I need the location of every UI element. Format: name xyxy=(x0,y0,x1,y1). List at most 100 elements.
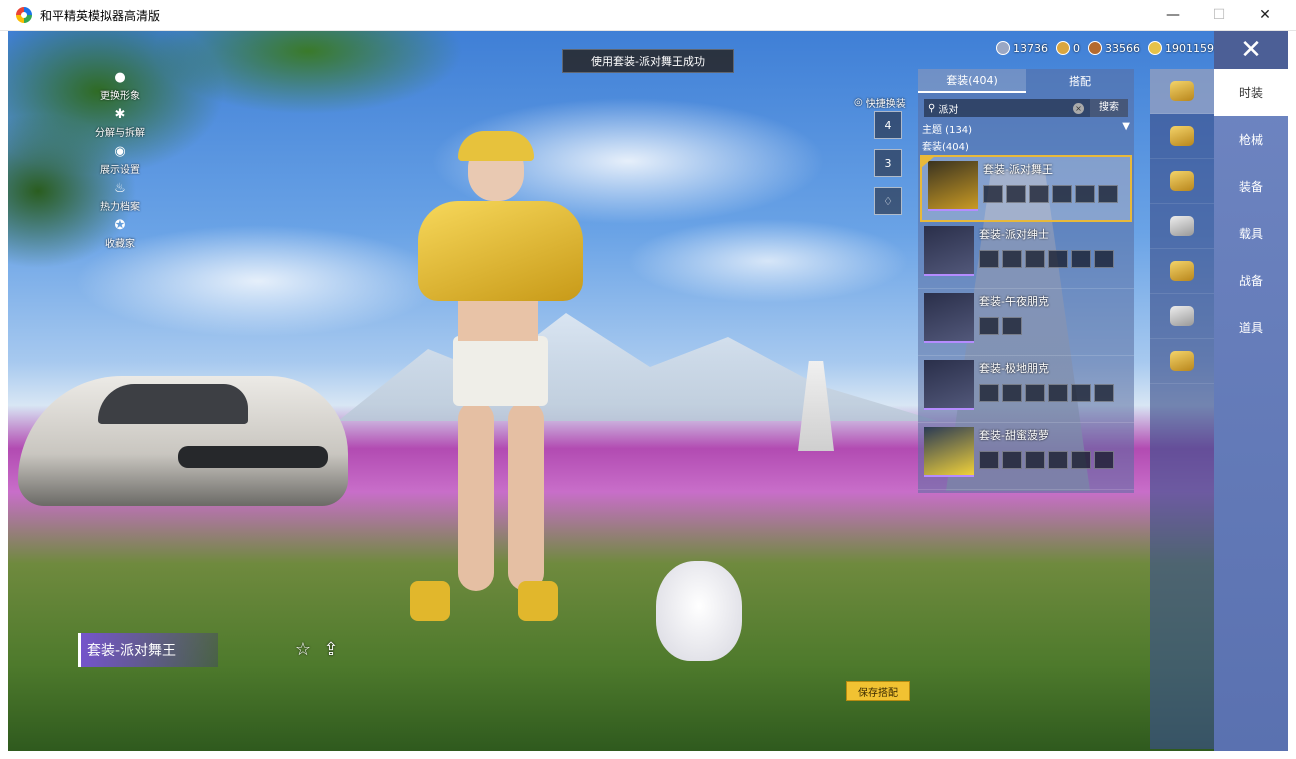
category-top[interactable] xyxy=(1150,249,1214,294)
silver-coin-icon xyxy=(996,41,1010,55)
currency-gold[interactable]: 1901159 xyxy=(1148,41,1214,55)
nav-items[interactable]: 道具 xyxy=(1214,304,1288,351)
outfit-item-party-gentleman[interactable]: 套装-派对绅士 xyxy=(918,222,1134,289)
part-slot[interactable] xyxy=(1071,250,1091,268)
category-outfit[interactable] xyxy=(1150,69,1214,114)
part-slot[interactable] xyxy=(1002,384,1022,402)
share-icon[interactable]: ⇪ xyxy=(320,639,342,661)
part-slot[interactable] xyxy=(1094,451,1114,469)
mask-icon xyxy=(1170,216,1194,236)
outfit-count: 套装(404) xyxy=(922,142,969,153)
left-menu-label: 展示设置 xyxy=(100,165,140,176)
character-shorts xyxy=(453,336,548,406)
nav-vehicles[interactable]: 载具 xyxy=(1214,210,1288,257)
part-slot[interactable] xyxy=(983,185,1003,203)
category-accessory[interactable] xyxy=(1150,159,1214,204)
theme-filter[interactable]: 主题 (134) ▼ xyxy=(922,121,1130,136)
part-slot[interactable] xyxy=(1075,185,1095,203)
tab-outfits[interactable]: 套装(404) xyxy=(918,69,1026,93)
category-icon-column xyxy=(1150,69,1214,749)
outfit-parts xyxy=(979,451,1114,469)
save-combo-button[interactable]: 保存搭配 xyxy=(846,681,910,701)
search-input[interactable]: 派对 xyxy=(938,101,1073,116)
currency-token[interactable]: 0 xyxy=(1056,41,1080,55)
nav-weapons[interactable]: 枪械 xyxy=(1214,116,1288,163)
nav-equipment[interactable]: 装备 xyxy=(1214,163,1288,210)
character-cap xyxy=(458,131,534,161)
clear-search-icon[interactable]: × xyxy=(1073,102,1084,114)
outfit-parts xyxy=(983,185,1118,203)
part-slot[interactable] xyxy=(1048,451,1068,469)
left-menu-display-settings[interactable]: ◉ 展示设置 xyxy=(70,143,170,180)
currency-bronze[interactable]: 33566 xyxy=(1088,41,1140,55)
nav-battle-prep[interactable]: 战备 xyxy=(1214,257,1288,304)
left-menu-decompose[interactable]: ✱ 分解与拆解 xyxy=(70,106,170,143)
part-slot[interactable] xyxy=(1094,250,1114,268)
part-slot[interactable] xyxy=(1071,384,1091,402)
quick-change-label: ◎ 快捷换装 xyxy=(854,95,906,110)
quick-slot-2[interactable]: 3 xyxy=(874,149,902,177)
outfit-name: 套装-午夜朋克 xyxy=(979,295,1049,308)
left-menu-change-look[interactable]: ● 更换形象 xyxy=(70,69,170,106)
left-menu-heat-archive[interactable]: ♨ 热力档案 xyxy=(70,180,170,217)
left-menu: ● 更换形象 ✱ 分解与拆解 ◉ 展示设置 ♨ 热力档案 ✪ 收藏家 xyxy=(70,69,170,254)
category-shoes[interactable] xyxy=(1150,339,1214,384)
part-slot[interactable] xyxy=(1006,185,1026,203)
player-character[interactable] xyxy=(398,131,598,631)
currency-value: 0 xyxy=(1073,41,1080,55)
part-slot[interactable] xyxy=(979,317,999,335)
currency-silver[interactable]: 13736 xyxy=(996,41,1048,55)
outfit-item-polar-punk[interactable]: 套装-极地朋克 xyxy=(918,356,1134,423)
part-slot[interactable] xyxy=(1002,317,1022,335)
pet-bunny xyxy=(656,561,742,661)
left-menu-collector[interactable]: ✪ 收藏家 xyxy=(70,217,170,254)
part-slot[interactable] xyxy=(1002,250,1022,268)
quick-slot-add[interactable]: ♢ xyxy=(874,187,902,215)
part-slot[interactable] xyxy=(1029,185,1049,203)
nav-fashion[interactable]: 时装 xyxy=(1214,69,1288,116)
search-icon: ⚲ xyxy=(928,102,936,114)
top-icon xyxy=(1170,261,1194,281)
character-shoe-left xyxy=(410,581,450,621)
character-leg-right xyxy=(508,401,544,591)
part-slot[interactable] xyxy=(979,451,999,469)
search-bar: ⚲ 派对 × 搜索 xyxy=(924,99,1128,117)
bronze-coin-icon xyxy=(1088,41,1102,55)
part-slot[interactable] xyxy=(979,384,999,402)
part-slot[interactable] xyxy=(1094,384,1114,402)
part-slot[interactable] xyxy=(1002,451,1022,469)
part-slot[interactable] xyxy=(1025,451,1045,469)
category-face[interactable] xyxy=(1150,204,1214,249)
part-slot[interactable] xyxy=(979,250,999,268)
outfit-name: 套装-派对绅士 xyxy=(979,228,1049,241)
outfit-item-midnight-punk[interactable]: 套装-午夜朋克 xyxy=(918,289,1134,356)
close-window-button[interactable]: ✕ xyxy=(1242,0,1288,30)
gold-coin-icon xyxy=(1148,41,1162,55)
part-slot[interactable] xyxy=(1048,384,1068,402)
outfit-item-party-king[interactable]: 套装-派对舞王 xyxy=(920,155,1132,222)
close-icon[interactable]: ✕ xyxy=(1214,31,1288,69)
window-title: 和平精英模拟器高清版 xyxy=(40,8,161,23)
accessory-icon xyxy=(1170,171,1194,191)
part-slot[interactable] xyxy=(1048,250,1068,268)
category-hat[interactable] xyxy=(1150,114,1214,159)
category-bottom[interactable] xyxy=(1150,294,1214,339)
part-slot[interactable] xyxy=(1052,185,1072,203)
part-slot[interactable] xyxy=(1025,384,1045,402)
game-viewport: ● 更换形象 ✱ 分解与拆解 ◉ 展示设置 ♨ 热力档案 ✪ 收藏家 使用套装-… xyxy=(8,31,1288,751)
success-toast: 使用套装-派对舞王成功 xyxy=(562,49,734,73)
quick-slot-1[interactable]: 4 xyxy=(874,111,902,139)
search-button[interactable]: 搜索 xyxy=(1090,99,1128,117)
part-slot[interactable] xyxy=(1098,185,1118,203)
character-shoe-right xyxy=(518,581,558,621)
left-menu-label: 分解与拆解 xyxy=(95,128,145,139)
part-slot[interactable] xyxy=(1025,250,1045,268)
currency-value: 33566 xyxy=(1105,41,1140,55)
part-slot[interactable] xyxy=(1071,451,1091,469)
outfit-item-sweet-pineapple[interactable]: 套装-甜蜜菠萝 xyxy=(918,423,1134,490)
favorite-star-icon[interactable]: ☆ xyxy=(292,639,314,661)
maximize-button[interactable]: ☐ xyxy=(1196,0,1242,30)
minimize-button[interactable]: — xyxy=(1150,0,1196,30)
left-menu-label: 更换形象 xyxy=(100,91,140,102)
tab-combos[interactable]: 搭配 xyxy=(1026,69,1134,93)
